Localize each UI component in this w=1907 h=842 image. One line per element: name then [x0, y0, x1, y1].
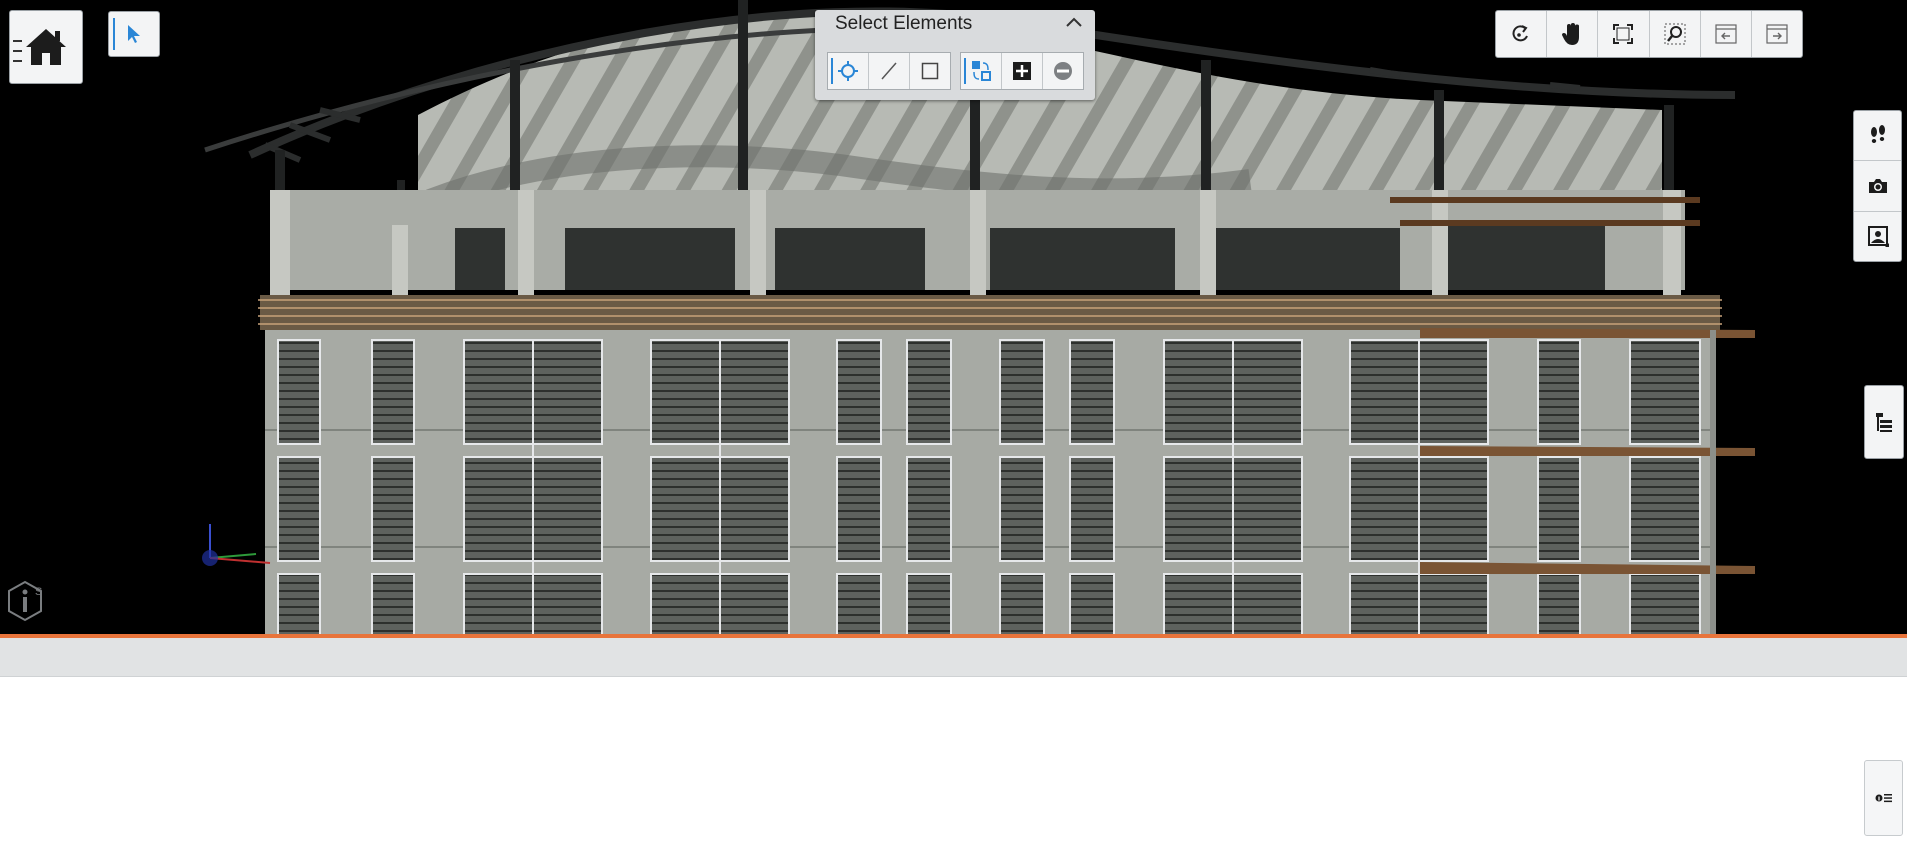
previous-view-button[interactable]: [1701, 11, 1752, 57]
pan-button[interactable]: [1547, 11, 1599, 57]
crosshair-icon: [838, 61, 858, 81]
cursor-arrow-icon: [128, 25, 140, 43]
camera-icon: [1868, 178, 1887, 193]
view-attachments-icon: [1867, 226, 1889, 248]
model-tree-button[interactable]: [1864, 385, 1904, 459]
info-logo-icon[interactable]: S: [7, 580, 47, 627]
replace-selection-icon: [972, 61, 991, 81]
bottom-panel-header[interactable]: [0, 638, 1907, 677]
right-toolbar: [1853, 110, 1902, 262]
home-icon: [26, 29, 66, 65]
replace-selection-button[interactable]: [961, 53, 1002, 89]
selection-mode-group: [960, 52, 1084, 90]
next-view-button[interactable]: [1752, 11, 1802, 57]
rotate-icon: [1512, 25, 1529, 42]
select-elements-panel: Select Elements: [815, 10, 1095, 100]
line-select-button[interactable]: [869, 53, 910, 89]
box-select-button[interactable]: [910, 53, 950, 89]
menu-lines-icon: [13, 40, 22, 62]
line-icon: [881, 62, 897, 80]
orbit-button[interactable]: [1496, 11, 1548, 57]
pick-tool-button[interactable]: [828, 53, 869, 89]
navigation-toolbar: [1495, 10, 1803, 58]
snapshot-button[interactable]: [1854, 161, 1901, 212]
home-button[interactable]: [9, 10, 83, 84]
minus-circle-icon: [1054, 62, 1072, 80]
model-tree-icon: [1876, 413, 1892, 432]
panel-title: Select Elements: [835, 13, 973, 34]
plus-box-icon: [1013, 62, 1031, 80]
properties-button[interactable]: [1864, 760, 1903, 836]
bottom-panel: [0, 677, 1907, 842]
axis-triad: [192, 520, 272, 575]
pan-hand-icon: [1562, 23, 1580, 45]
zoom-window-icon: [1664, 23, 1686, 45]
next-view-icon: [1766, 24, 1788, 44]
3d-viewport[interactable]: Select Elements S: [0, 0, 1907, 634]
properties-list-icon: [1875, 794, 1892, 803]
rectangle-icon: [921, 62, 939, 80]
svg-text:S: S: [35, 586, 42, 598]
add-selection-button[interactable]: [1002, 53, 1043, 89]
fit-view-icon: [1613, 24, 1634, 44]
chevron-up-icon[interactable]: [1065, 12, 1083, 33]
walk-button[interactable]: [1854, 111, 1901, 162]
select-tool-button[interactable]: [108, 11, 160, 57]
zoom-window-button[interactable]: [1650, 11, 1701, 57]
view-attachments-button[interactable]: [1854, 212, 1901, 261]
selection-shape-group: [827, 52, 951, 90]
remove-selection-button[interactable]: [1043, 53, 1083, 89]
fit-view-button[interactable]: [1598, 11, 1650, 57]
previous-view-icon: [1715, 24, 1737, 44]
walk-footprints-icon: [1870, 124, 1885, 143]
